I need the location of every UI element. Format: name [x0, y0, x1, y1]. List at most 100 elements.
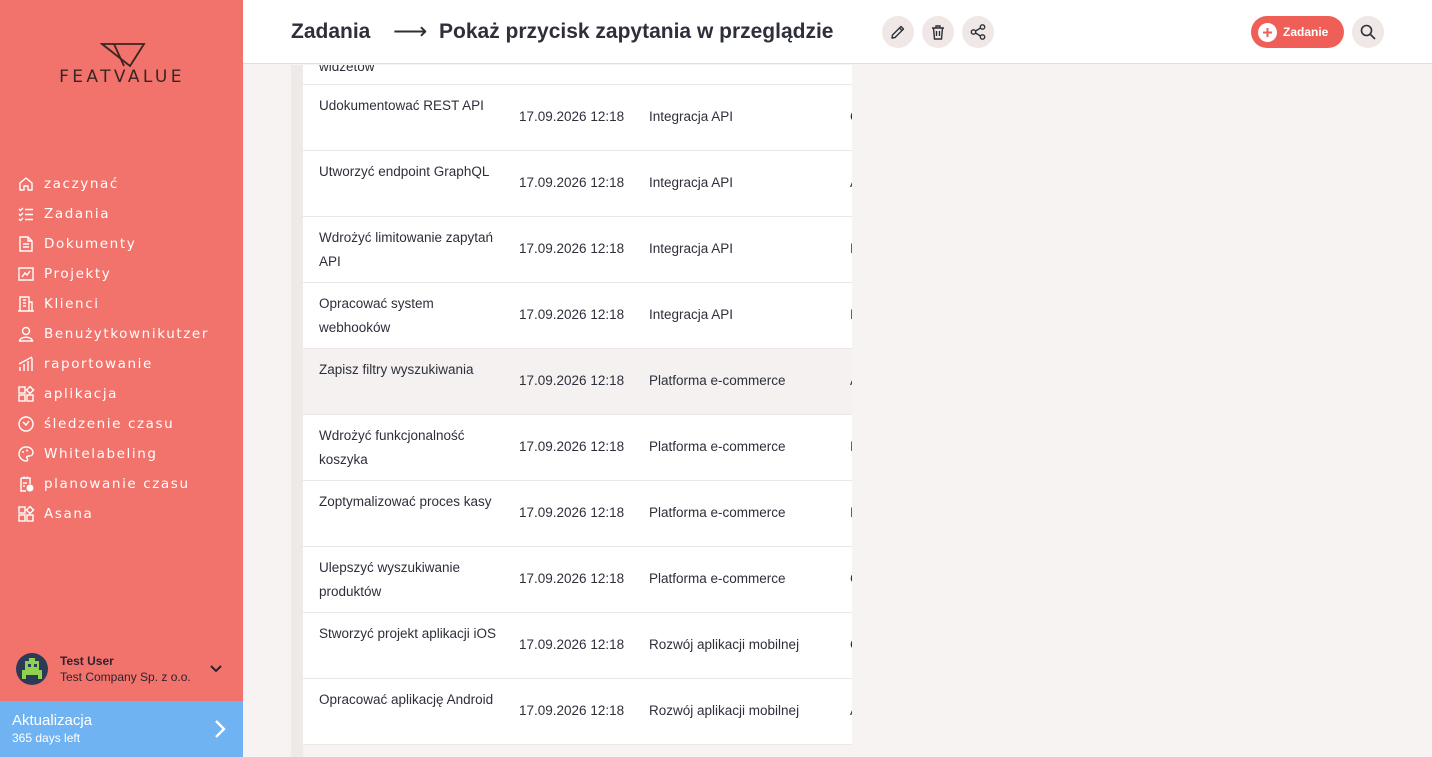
table-row[interactable]: Udokumentować REST API 17.09.2026 12:18 In…	[303, 85, 852, 151]
table-row[interactable]: Wdrożyć limitowanie zapytań API 17.09.202…	[303, 217, 852, 283]
sidebar-item-dokumenty[interactable]: Dokumenty	[0, 229, 243, 259]
sidebar-item-label: Klienci	[44, 296, 100, 312]
task-date: 17.09.2026 12:18	[519, 439, 625, 454]
tasks-icon	[18, 207, 33, 222]
sidebar-item-asana[interactable]: Asana	[0, 499, 243, 529]
page-title: Pokaż przycisk zapytania w przeglądzie	[439, 20, 834, 43]
task-project: Platforma e-commerce	[649, 571, 786, 586]
sidebar-item-label: Whitelabeling	[44, 446, 158, 462]
asana-apps-icon	[18, 505, 35, 522]
search-icon	[1360, 24, 1376, 40]
upgrade-banner[interactable]: Aktualizacja 365 days left	[0, 701, 243, 757]
breadcrumb-root[interactable]: Zadania	[291, 20, 370, 44]
apps-icon	[18, 385, 35, 402]
pencil-icon	[891, 25, 905, 39]
table-row[interactable]: Opracować system webhooków 17.09.2026 12:…	[303, 283, 852, 349]
upgrade-subtitle: 365 days left	[12, 731, 81, 745]
sidebar-item-zaczynac[interactable]: zaczynać	[0, 169, 243, 199]
task-date: 17.09.2026 12:18	[519, 109, 625, 124]
table-row[interactable]: Zapisz filtry wyszukiwania 17.09.2026 12:…	[303, 349, 852, 415]
task-project: Platforma e-commerce	[649, 373, 786, 388]
add-task-button[interactable]: Zadanie	[1251, 16, 1344, 48]
user-icon	[18, 326, 34, 342]
task-project: Rozwój aplikacji mobilnej	[649, 637, 800, 652]
time-tracking-icon	[18, 416, 34, 432]
sidebar-item-label: śledzenie czasu	[44, 416, 175, 432]
task-name: Stworzyć projekt aplikacji iOS	[319, 626, 497, 641]
table-row[interactable]: Wdrożyć funkcjonalność koszyka 17.09.2026…	[303, 415, 852, 481]
edit-button[interactable]	[882, 16, 914, 48]
table-row[interactable]: Zoptymalizować proces kasy 17.09.2026 12:…	[303, 481, 852, 547]
task-name: Opracować aplikację Android	[319, 692, 494, 707]
sidebar-item-projekty[interactable]: Projekty	[0, 259, 243, 289]
header: Zadania ⟶ Pokaż przycisk zapytania w prz…	[243, 0, 1432, 64]
user-company: Test Company Sp. z o.o.	[60, 670, 191, 684]
task-project: Integracja API	[649, 307, 734, 322]
sidebar-item-sledzenie-czasu[interactable]: śledzenie czasu	[0, 409, 243, 439]
delete-button[interactable]	[922, 16, 954, 48]
task-project: Integracja API	[649, 241, 734, 256]
user-menu[interactable]: Test User Test Company Sp. z o.o.	[0, 648, 243, 690]
table-row[interactable]: Ulepszyć wyszukiwanie produktów 17.09.202…	[303, 547, 852, 613]
task-next-column: I	[850, 439, 852, 454]
reporting-icon	[18, 356, 33, 371]
table-gutter	[291, 65, 303, 757]
sidebar-item-label: Benużytkownikutzer	[44, 326, 209, 342]
sidebar-item-raportowanie[interactable]: raportowanie	[0, 349, 243, 379]
sidebar-item-label: zaczynać	[44, 176, 119, 192]
sidebar-item-whitelabeling[interactable]: Whitelabeling	[0, 439, 243, 469]
task-date: 17.09.2026 12:18	[519, 241, 625, 256]
breadcrumb-arrow: ⟶	[393, 18, 428, 45]
task-name: Zoptymalizować proces kasy	[319, 494, 492, 509]
task-name: Zapisz filtry wyszukiwania	[319, 362, 474, 377]
task-name: Opracować system webhooków	[319, 296, 434, 335]
table-row[interactable]: Utworzyć endpoint GraphQL 17.09.2026 12:1…	[303, 151, 852, 217]
task-table: widżetów Udokumentować REST API 17.09.202…	[303, 65, 852, 745]
sidebar-item-label: Asana	[44, 506, 94, 522]
task-next-column: I	[850, 505, 852, 520]
task-next-column: I	[850, 241, 852, 256]
search-button[interactable]	[1352, 16, 1384, 48]
palette-icon	[18, 446, 34, 462]
task-name: Wdrożyć funkcjonalność koszyka	[319, 428, 465, 467]
share-button[interactable]	[962, 16, 994, 48]
task-date: 17.09.2026 12:18	[519, 637, 625, 652]
documents-icon	[19, 236, 33, 252]
projects-icon	[18, 267, 34, 281]
task-next-column: A	[850, 175, 852, 190]
task-date: 17.09.2026 12:18	[519, 307, 625, 322]
sidebar-item-label: Dokumenty	[44, 236, 137, 252]
logo-mark-icon	[100, 43, 146, 68]
sidebar-item-planowanie-czasu[interactable]: planowanie czasu	[0, 469, 243, 499]
table-row[interactable]: Stworzyć projekt aplikacji iOS 17.09.2026…	[303, 613, 852, 679]
share-icon	[970, 24, 986, 40]
sidebar-item-label: Projekty	[44, 266, 112, 282]
task-next-column: C	[850, 571, 852, 586]
featvalue-logo[interactable]: FEATVALUE	[36, 40, 208, 90]
task-name: Ulepszyć wyszukiwanie produktów	[319, 560, 461, 599]
avatar	[16, 653, 48, 685]
time-planning-icon	[20, 476, 34, 492]
sidebar-item-klienci[interactable]: Klienci	[0, 289, 243, 319]
task-date: 17.09.2026 12:18	[519, 703, 625, 718]
task-date: 17.09.2026 12:18	[519, 505, 625, 520]
chevron-down-icon	[210, 665, 222, 673]
table-row[interactable]: widżetów	[303, 65, 852, 85]
user-name: Test User	[60, 654, 114, 668]
sidebar-item-users[interactable]: Benużytkownikutzer	[0, 319, 243, 349]
plus-icon	[1258, 22, 1277, 42]
clients-icon	[18, 296, 34, 312]
sidebar-item-zadania[interactable]: Zadania	[0, 199, 243, 229]
add-task-label: Zadanie	[1283, 25, 1329, 39]
sidebar-item-aplikacja[interactable]: aplikacja	[0, 379, 243, 409]
sidebar-item-label: aplikacja	[44, 386, 119, 402]
table-row[interactable]: Opracować aplikację Android 17.09.2026 12…	[303, 679, 852, 745]
task-date: 17.09.2026 12:18	[519, 373, 625, 388]
logo-text: FEATVALUE	[59, 67, 185, 87]
task-next-column: C	[850, 637, 852, 652]
sidebar: FEATVALUE zaczynać Zadania Dokumenty Pro…	[0, 0, 243, 757]
home-icon	[19, 177, 33, 191]
task-date: 17.09.2026 12:18	[519, 175, 625, 190]
upgrade-title: Aktualizacja	[12, 712, 93, 729]
task-next-column: A	[850, 373, 852, 388]
